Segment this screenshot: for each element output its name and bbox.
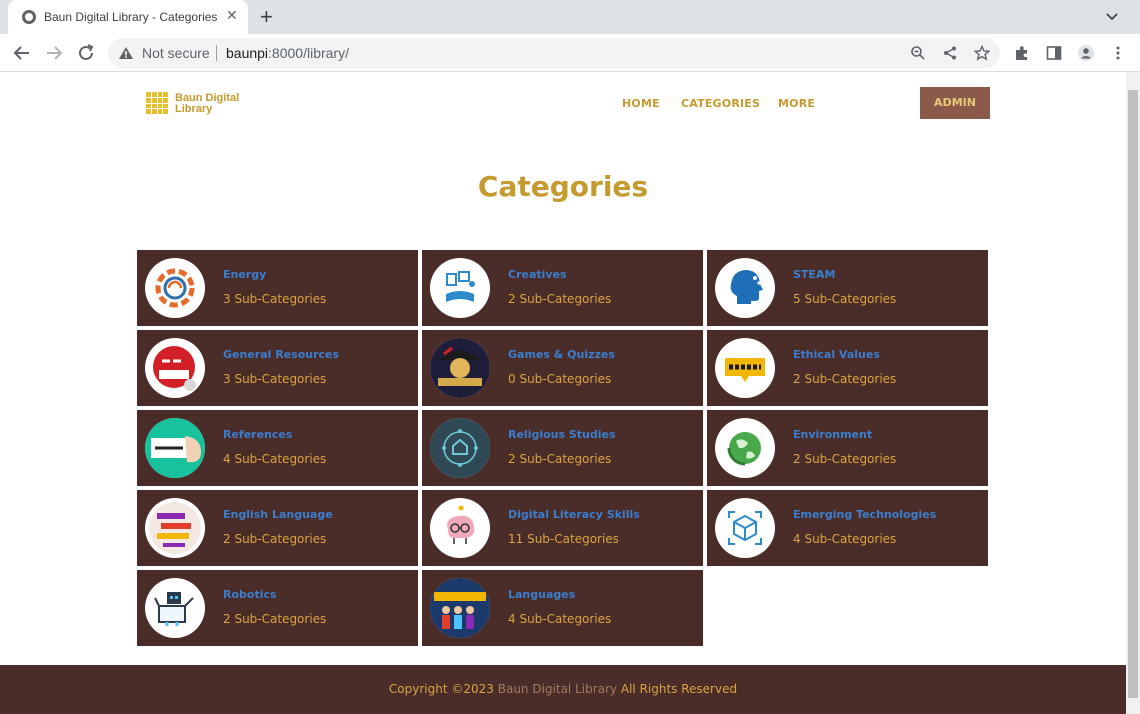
digital-brain-icon (430, 498, 490, 558)
learn-more-icon (145, 338, 205, 398)
scrollbar-thumb[interactable] (1128, 90, 1138, 698)
kebab-menu-icon[interactable] (1110, 45, 1126, 61)
creatives-book-icon (430, 258, 490, 318)
category-name[interactable]: Environment (793, 428, 872, 441)
category-count: 2 Sub-Categories (508, 452, 612, 466)
category-count: 4 Sub-Categories (223, 452, 327, 466)
footer-copyright: Copyright ©2023 Baun Digital Library All… (0, 682, 1126, 696)
category-count: 2 Sub-Categories (223, 532, 327, 546)
tab-close-icon[interactable]: ✕ (226, 7, 238, 24)
star-icon[interactable] (974, 45, 990, 61)
profile-avatar-icon[interactable] (1078, 45, 1094, 61)
side-panel-icon[interactable] (1046, 45, 1062, 61)
page-viewport: Baun Digital Library HOME CATEGORIES MOR… (0, 72, 1126, 714)
url-host: baunpi (226, 45, 269, 61)
share-icon[interactable] (942, 45, 958, 61)
category-count: 4 Sub-Categories (793, 532, 897, 546)
category-name[interactable]: Ethical Values (793, 348, 880, 361)
back-arrow-icon[interactable] (11, 42, 33, 64)
footer-brand-link[interactable]: Baun Digital Library (498, 682, 617, 696)
zoom-out-icon[interactable] (910, 45, 926, 61)
category-count: 0 Sub-Categories (508, 372, 612, 386)
category-count: 11 Sub-Categories (508, 532, 619, 546)
category-card-games-quizzes[interactable]: Games & Quizzes 0 Sub-Categories (422, 330, 703, 406)
category-count: 5 Sub-Categories (793, 292, 897, 306)
address-bar[interactable]: Not secure baunpi:8000/library/ (108, 38, 1000, 68)
energy-gear-icon (145, 258, 205, 318)
category-name[interactable]: References (223, 428, 292, 441)
forward-arrow-icon[interactable] (43, 42, 65, 64)
browser-toolbar: Not secure baunpi:8000/library/ (0, 34, 1140, 72)
footer-suffix: All Rights Reserved (620, 682, 738, 696)
speak-english-icon (145, 498, 205, 558)
category-count: 3 Sub-Categories (223, 292, 327, 306)
category-name[interactable]: Robotics (223, 588, 277, 601)
extensions-icon[interactable] (1014, 45, 1030, 61)
category-count: 2 Sub-Categories (223, 612, 327, 626)
nav-home[interactable]: HOME (622, 97, 660, 110)
admin-button[interactable]: ADMIN (920, 87, 990, 119)
category-name[interactable]: Games & Quizzes (508, 348, 615, 361)
browser-tab-bar: Baun Digital Library - Categories ✕ + (0, 0, 1140, 34)
category-name[interactable]: English Language (223, 508, 333, 521)
category-count: 4 Sub-Categories (508, 612, 612, 626)
logo-text: Baun Digital Library (175, 93, 245, 115)
logo-grid-icon (146, 92, 168, 114)
games-pirate-icon (430, 338, 490, 398)
category-name[interactable]: Energy (223, 268, 266, 281)
category-card-steam[interactable]: STEAM 5 Sub-Categories (707, 250, 988, 326)
category-count: 2 Sub-Categories (508, 292, 612, 306)
category-card-general-resources[interactable]: General Resources 3 Sub-Categories (137, 330, 418, 406)
page-title: Categories (477, 170, 649, 203)
reload-icon[interactable] (75, 42, 97, 64)
page-scrollbar[interactable] (1126, 72, 1140, 714)
site-logo[interactable]: Baun Digital Library (146, 92, 239, 116)
new-tab-icon[interactable]: + (260, 4, 273, 30)
environment-globe-icon (715, 418, 775, 478)
tab-title: Baun Digital Library - Categories (44, 10, 218, 24)
religious-network-icon (430, 418, 490, 478)
languages-people-icon (430, 578, 490, 638)
warning-icon[interactable] (118, 45, 134, 61)
emerging-cube-icon (715, 498, 775, 558)
chevron-down-icon[interactable] (1104, 8, 1120, 24)
category-card-creatives[interactable]: Creatives 2 Sub-Categories (422, 250, 703, 326)
category-count: 3 Sub-Categories (223, 372, 327, 386)
category-card-religious-studies[interactable]: Religious Studies 2 Sub-Categories (422, 410, 703, 486)
category-card-energy[interactable]: Energy 3 Sub-Categories (137, 250, 418, 326)
category-card-digital-literacy-skills[interactable]: Digital Literacy Skills 11 Sub-Categorie… (422, 490, 703, 566)
category-name[interactable]: Emerging Technologies (793, 508, 936, 521)
category-count: 2 Sub-Categories (793, 452, 897, 466)
url-text[interactable]: baunpi:8000/library/ (226, 45, 349, 61)
category-card-environment[interactable]: Environment 2 Sub-Categories (707, 410, 988, 486)
url-path: :8000/library/ (268, 45, 349, 61)
category-card-robotics[interactable]: Robotics 2 Sub-Categories (137, 570, 418, 646)
category-card-emerging-technologies[interactable]: Emerging Technologies 4 Sub-Categories (707, 490, 988, 566)
nav-categories[interactable]: CATEGORIES (681, 97, 760, 110)
category-name[interactable]: Digital Literacy Skills (508, 508, 640, 521)
globe-icon (22, 10, 36, 24)
category-name[interactable]: Languages (508, 588, 575, 601)
security-status: Not secure (142, 45, 210, 61)
category-count: 2 Sub-Categories (793, 372, 897, 386)
category-name[interactable]: General Resources (223, 348, 339, 361)
address-divider (216, 45, 217, 61)
category-name[interactable]: Religious Studies (508, 428, 616, 441)
category-name[interactable]: STEAM (793, 268, 835, 281)
ethics-badge-icon (715, 338, 775, 398)
browser-tab[interactable]: Baun Digital Library - Categories ✕ (8, 0, 248, 34)
category-card-ethical-values[interactable]: Ethical Values 2 Sub-Categories (707, 330, 988, 406)
category-card-references[interactable]: References 4 Sub-Categories (137, 410, 418, 486)
nav-more[interactable]: MORE (778, 97, 815, 110)
footer-prefix: Copyright ©2023 (388, 682, 494, 696)
logo-line-2: Library (175, 103, 213, 115)
reference-card-icon (145, 418, 205, 478)
category-card-english-language[interactable]: English Language 2 Sub-Categories (137, 490, 418, 566)
steam-head-icon (715, 258, 775, 318)
category-card-languages[interactable]: Languages 4 Sub-Categories (422, 570, 703, 646)
category-name[interactable]: Creatives (508, 268, 567, 281)
robotics-robot-icon (145, 578, 205, 638)
site-footer: Copyright ©2023 Baun Digital Library All… (0, 665, 1126, 714)
